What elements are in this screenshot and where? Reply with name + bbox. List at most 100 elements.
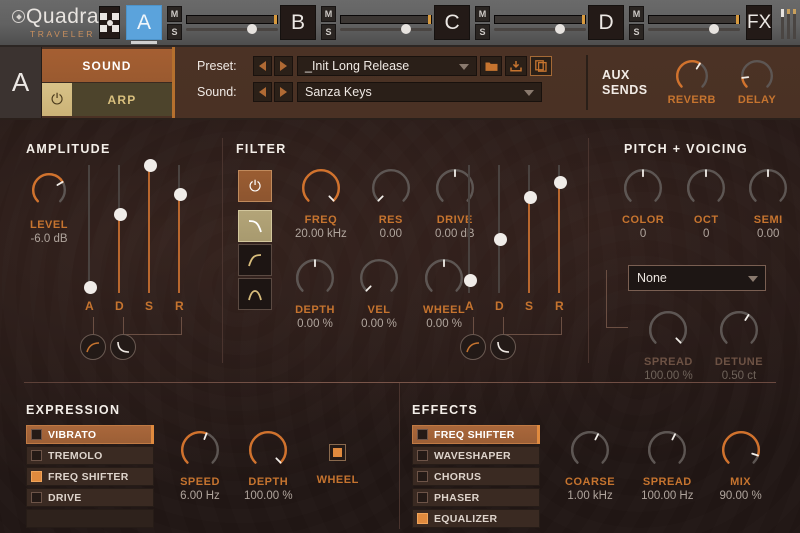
volume-slider[interactable] — [494, 14, 587, 24]
spread-knob-group: SPREAD 100.00 Hz — [641, 430, 694, 502]
mute-button[interactable]: M — [167, 5, 183, 22]
pan-slider[interactable] — [186, 23, 279, 34]
effects-row-equalizer[interactable]: EQUALIZER — [412, 509, 540, 528]
expression-checkbox[interactable] — [31, 450, 42, 461]
flt-env-s-handle[interactable] — [523, 191, 537, 204]
pan-slider[interactable] — [494, 23, 587, 34]
mute-button[interactable]: M — [629, 5, 645, 22]
res-knob[interactable] — [371, 168, 411, 208]
expression-row-freq-shifter[interactable]: FREQ SHIFTER — [26, 467, 154, 486]
volume-slider[interactable] — [340, 14, 433, 24]
freq-knob[interactable] — [301, 168, 341, 208]
filter-attack-curve-knob[interactable] — [460, 334, 486, 360]
reverb-send-knob[interactable] — [675, 59, 709, 93]
effects-row-chorus[interactable]: CHORUS — [412, 467, 540, 486]
wheel-toggle-button[interactable] — [329, 444, 347, 461]
filter-type-lowpass[interactable] — [238, 210, 272, 242]
expression-checkbox[interactable] — [31, 471, 42, 482]
semi-knob[interactable] — [748, 168, 788, 208]
filter-type-bandpass[interactable] — [238, 278, 272, 310]
preset-prev-button[interactable] — [253, 56, 272, 76]
filter-decay-curve-knob[interactable] — [490, 334, 516, 360]
solo-button[interactable]: S — [475, 23, 491, 40]
speed-label: SPEED — [180, 476, 220, 488]
slot-select-c[interactable]: C — [434, 5, 471, 40]
filter-knobs-row1: FREQ 20.00 kHz RES 0.00 DRIVE 0.00 dB — [295, 168, 475, 240]
detune-knob[interactable] — [719, 310, 759, 350]
effects-row-freq-shifter[interactable]: FREQ SHIFTER — [412, 425, 540, 444]
speed-knob[interactable] — [180, 430, 220, 470]
arp-power-button[interactable]: ⏻ — [42, 83, 72, 116]
voicing-mode-dropdown[interactable]: None — [628, 265, 766, 291]
save-preset-button[interactable] — [505, 56, 527, 76]
mute-button[interactable]: M — [475, 5, 491, 22]
flt-env-r-handle[interactable] — [553, 175, 567, 189]
volume-slider[interactable] — [648, 14, 741, 24]
depth-knob-group: DEPTH 100.00 % — [244, 430, 293, 502]
flt-env-s-fill — [528, 197, 530, 293]
solo-button[interactable]: S — [321, 23, 337, 40]
sound-dropdown[interactable]: Sanza Keys — [297, 82, 542, 102]
level-value: -6.0 dB — [30, 233, 68, 245]
effects-checkbox[interactable] — [417, 450, 428, 461]
depth-knob[interactable] — [248, 430, 288, 470]
attack-curve-knob[interactable] — [80, 334, 106, 360]
speed-value: 6.00 Hz — [180, 490, 220, 502]
tab-sound[interactable]: SOUND — [42, 49, 172, 83]
effects-checkbox[interactable] — [417, 513, 428, 524]
coarse-knob[interactable] — [570, 430, 610, 470]
amp-env-s-handle[interactable] — [143, 159, 157, 172]
vel-knob[interactable] — [359, 258, 399, 298]
mute-button[interactable]: M — [321, 5, 337, 22]
copy-preset-button[interactable] — [530, 56, 552, 76]
slot-select-b[interactable]: B — [280, 5, 317, 40]
effects-row-waveshaper[interactable]: WAVESHAPER — [412, 446, 540, 465]
effects-checkbox[interactable] — [417, 492, 428, 503]
oct-knob[interactable] — [686, 168, 726, 208]
sound-prev-button[interactable] — [253, 82, 272, 102]
amp-env-d-label: D — [115, 299, 124, 313]
pan-slider[interactable] — [648, 23, 741, 34]
filter-power-button[interactable]: ⏻ — [238, 170, 272, 202]
volume-slider[interactable] — [186, 14, 279, 24]
grid-view-button[interactable] — [99, 6, 121, 39]
sound-next-button[interactable] — [274, 82, 293, 102]
effects-checkbox[interactable] — [417, 429, 428, 440]
amp-env-d-handle[interactable] — [113, 207, 127, 221]
expression-checkbox[interactable] — [31, 492, 42, 503]
divider-expr-fx — [399, 383, 400, 529]
flt-env-a-handle[interactable] — [463, 274, 477, 288]
expression-row-label: VIBRATO — [48, 428, 97, 441]
slot-select-a[interactable]: A — [126, 5, 163, 44]
expression-checkbox[interactable] — [31, 429, 42, 440]
slot-select-d[interactable]: D — [588, 5, 625, 40]
delay-send-knob[interactable] — [740, 59, 774, 93]
solo-button[interactable]: S — [167, 23, 183, 40]
preset-next-button[interactable] — [274, 56, 293, 76]
decay-curve-knob[interactable] — [110, 334, 136, 360]
spread-knob[interactable] — [647, 430, 687, 470]
tab-arp[interactable]: ARP — [72, 83, 172, 116]
spread-knob[interactable] — [648, 310, 688, 350]
color-knob[interactable] — [623, 168, 663, 208]
preset-dropdown[interactable]: _Init Long Release — [297, 56, 477, 76]
effects-row-phaser[interactable]: PHASER — [412, 488, 540, 507]
load-preset-button[interactable] — [480, 56, 502, 76]
fx-button[interactable]: FX — [746, 5, 773, 40]
expression-row-tremolo[interactable]: TREMOLO — [26, 446, 154, 465]
effects-checkbox[interactable] — [417, 471, 428, 482]
wheel-knob[interactable] — [424, 258, 464, 298]
depth-knob[interactable] — [295, 258, 335, 298]
expression-row-drive[interactable]: DRIVE — [26, 488, 154, 507]
solo-button[interactable]: S — [629, 23, 645, 40]
filter-type-highpass[interactable] — [238, 244, 272, 276]
slot-a: A M S — [126, 5, 279, 44]
amp-env-a-handle[interactable] — [83, 280, 97, 294]
pan-slider[interactable] — [340, 23, 433, 34]
res-value: 0.00 — [379, 228, 402, 240]
mix-knob[interactable] — [721, 430, 761, 470]
amp-env-r-handle[interactable] — [173, 188, 187, 202]
flt-env-d-handle[interactable] — [493, 233, 507, 247]
level-knob[interactable] — [31, 172, 67, 213]
expression-row-vibrato[interactable]: VIBRATO — [26, 425, 154, 444]
